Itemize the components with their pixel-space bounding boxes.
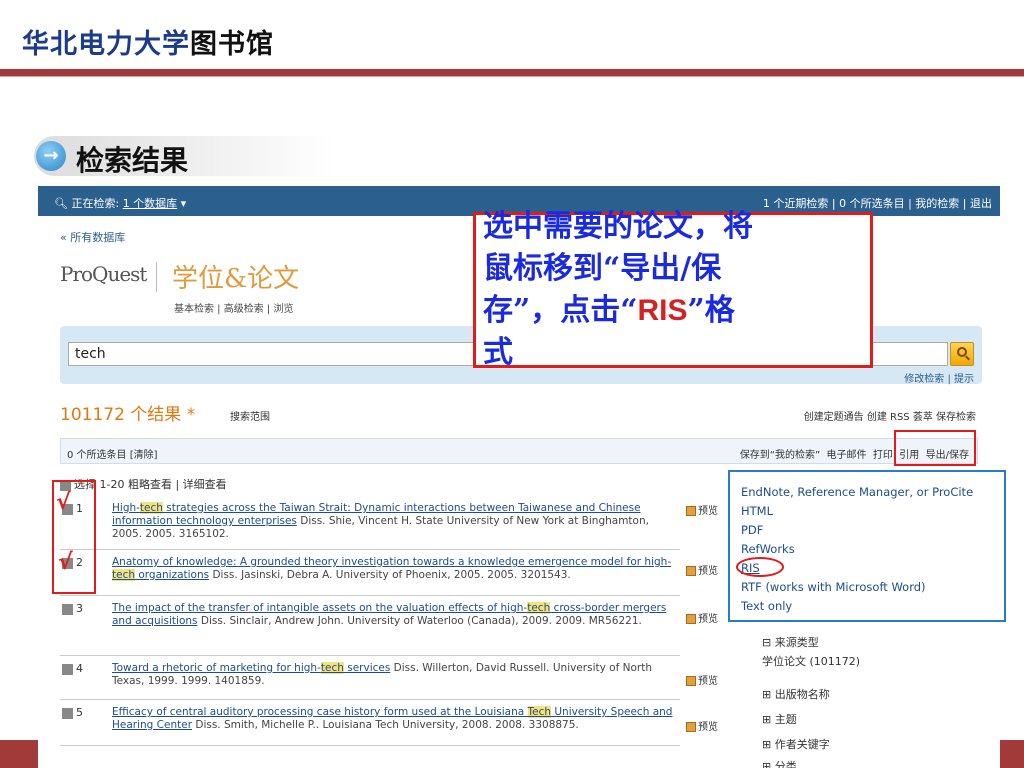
university-name: 华北电力大学 [22, 29, 190, 60]
table-row: 4 Toward a rhetoric of marketing for hig… [60, 656, 680, 700]
searching-label: 🔍︎ 正在检索: 1 个数据库 ▾ [54, 197, 187, 210]
export-rtf[interactable]: RTF (works with Microsoft Word) [741, 580, 926, 594]
search-mode-nav[interactable]: 基本检索 | 高级检索 | 浏览 [174, 300, 293, 315]
search-scope[interactable]: 搜索范围 [230, 408, 270, 423]
preview-icon [686, 506, 696, 516]
preview-link[interactable]: 预览 [686, 672, 718, 687]
selection-bar: 0 个所选条目 [清除] 保存到“我的检索” 电子邮件 打印 引用 导出/保存 [60, 438, 978, 464]
result-checkbox[interactable] [62, 604, 73, 615]
header-rule-thin [0, 76, 1024, 77]
ris-highlight-circle [736, 557, 784, 577]
all-databases-link[interactable]: « 所有数据库 [60, 229, 125, 245]
export-html[interactable]: HTML [741, 504, 773, 518]
selected-items[interactable]: 0 个所选条目 [清除] [67, 446, 158, 461]
result-count: 101172 个结果 * [60, 405, 196, 425]
preview-icon [686, 676, 696, 686]
preview-icon [686, 614, 696, 624]
modify-search-link[interactable]: 修改检索 | 提示 [904, 370, 974, 385]
slide-corner-left [0, 740, 38, 768]
proquest-logo: ProQuest [60, 262, 147, 286]
print-button[interactable]: 打印 [873, 450, 893, 461]
facet-subject[interactable]: ⊞ 主题 [762, 711, 982, 727]
facet-pub-name[interactable]: ⊞ 出版物名称 [762, 686, 982, 702]
email-button[interactable]: 电子邮件 [827, 450, 867, 461]
table-row: 2 Anatomy of knowledge: A grounded theor… [60, 550, 680, 596]
logo-divider [156, 262, 157, 292]
preview-link[interactable]: 预览 [686, 718, 718, 733]
facet-category[interactable]: ⊞ 分类 [762, 758, 982, 768]
result-checkbox[interactable] [62, 664, 73, 675]
save-to-my-search[interactable]: 保存到“我的检索” [740, 450, 820, 461]
facet-source-value[interactable]: 学位论文 (101172) [762, 653, 982, 669]
export-text[interactable]: Text only [741, 599, 792, 613]
check-mark: √ [56, 490, 71, 515]
header-rule [0, 69, 1024, 76]
search-icon: 🔍︎ [54, 197, 68, 210]
table-row: 3 The impact of the transfer of intangib… [60, 596, 680, 656]
result-title[interactable]: Toward a rhetoric of marketing for high-… [112, 662, 390, 674]
product-name: 学位&论文 [172, 264, 300, 294]
export-menu: EndNote, Reference Manager, or ProCite H… [728, 470, 1006, 622]
preview-icon [686, 566, 696, 576]
preview-link[interactable]: 预览 [686, 610, 718, 625]
university-logo-text: 华北电力大学图书馆 [22, 22, 274, 61]
alert-actions[interactable]: 创建定题通告 创建 RSS 荟萃 保存检索 [804, 408, 976, 423]
preview-icon [686, 722, 696, 732]
library-name: 图书馆 [190, 29, 274, 60]
export-pdf[interactable]: PDF [741, 523, 763, 537]
check-mark: √ [58, 550, 73, 575]
search-button[interactable] [950, 342, 974, 366]
export-endnote[interactable]: EndNote, Reference Manager, or ProCite [741, 485, 973, 499]
table-row: 5 Efficacy of central auditory processin… [60, 700, 680, 746]
preview-link[interactable]: 预览 [686, 562, 718, 577]
table-row: 1 High-tech strategies across the Taiwan… [60, 496, 680, 550]
instruction-text: 选中需要的论文，将 鼠标移到“导出/保 存”，点击“RIS”格 式 [483, 209, 753, 370]
facet-source-type[interactable]: ⊟ 来源类型 [762, 634, 982, 650]
export-highlight-box [894, 430, 976, 466]
results-list: 1 High-tech strategies across the Taiwan… [60, 496, 680, 746]
facet-keywords[interactable]: ⊞ 作者关键字 [762, 736, 982, 752]
slide-corner-right [1000, 740, 1024, 768]
database-link[interactable]: 1 个数据库 [123, 197, 178, 210]
preview-link[interactable]: 预览 [686, 502, 718, 517]
result-checkbox[interactable] [62, 708, 73, 719]
arrow-circle-icon: → [36, 141, 66, 171]
export-refworks[interactable]: RefWorks [741, 542, 795, 556]
section-title: 检索结果 [76, 144, 189, 177]
